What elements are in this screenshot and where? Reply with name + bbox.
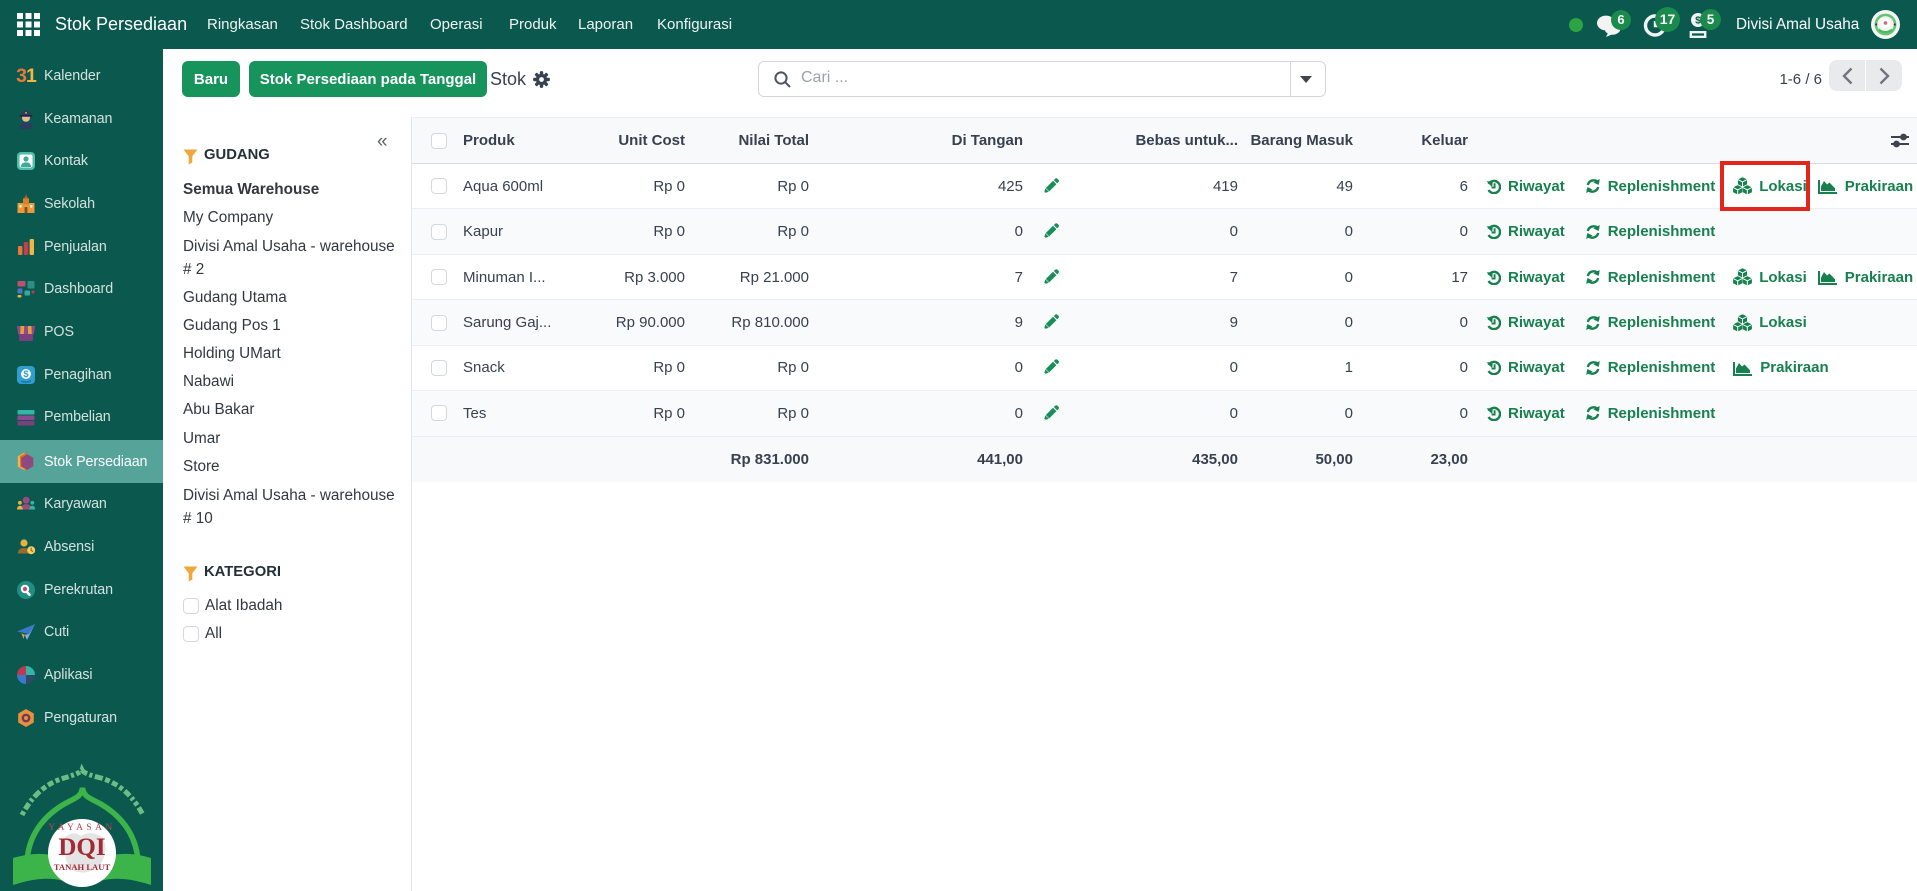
svg-text:$: $	[23, 369, 28, 379]
svg-text:TANAH LAUT: TANAH LAUT	[54, 862, 111, 872]
svg-text:DQI: DQI	[58, 834, 105, 861]
svg-text:YAYASAN: YAYASAN	[48, 823, 115, 833]
